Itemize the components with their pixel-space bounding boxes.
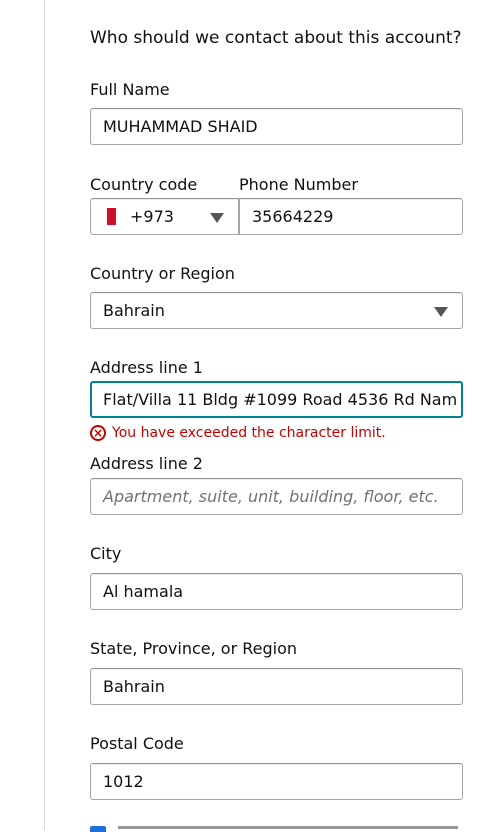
full-name-input[interactable]: MUHAMMAD SHAID (90, 108, 463, 145)
address-line2-placeholder: Apartment, suite, unit, building, floor,… (103, 487, 439, 506)
country-region-value: Bahrain (103, 301, 165, 320)
phone-number-value: 35664229 (252, 207, 334, 226)
state-label: State, Province, or Region (90, 639, 297, 658)
bahrain-flag-icon (103, 208, 116, 225)
phone-number-input[interactable]: 35664229 (239, 198, 463, 235)
checkbox-label-cut (118, 824, 458, 830)
city-value: Al hamala (103, 582, 184, 601)
full-name-value: MUHAMMAD SHAID (103, 117, 258, 136)
address-line1-value: Flat/Villa 11 Bldg #1099 Road 4536 Rd Na… (103, 390, 458, 409)
state-input[interactable]: Bahrain (90, 668, 463, 705)
postal-code-input[interactable]: 1012 (90, 763, 463, 800)
address-line1-error: × You have exceeded the character limit. (90, 425, 386, 441)
error-x-icon: × (90, 425, 106, 441)
country-code-label: Country code (90, 175, 198, 194)
city-label: City (90, 544, 122, 563)
phone-number-label: Phone Number (239, 175, 358, 194)
country-region-label: Country or Region (90, 264, 235, 283)
country-region-select[interactable]: Bahrain (90, 292, 463, 329)
chevron-down-icon (210, 212, 224, 223)
error-message: You have exceeded the character limit. (112, 425, 386, 441)
chevron-down-icon (434, 306, 448, 317)
address-line2-label: Address line 2 (90, 454, 203, 473)
address-line2-input[interactable]: Apartment, suite, unit, building, floor,… (90, 478, 463, 515)
address-line1-label: Address line 1 (90, 358, 203, 377)
postal-code-value: 1012 (103, 772, 144, 791)
default-address-checkbox[interactable] (90, 826, 106, 832)
country-code-value: +973 (130, 207, 174, 226)
address-line1-input[interactable]: Flat/Villa 11 Bldg #1099 Road 4536 Rd Na… (90, 381, 463, 418)
left-divider (44, 0, 45, 830)
state-value: Bahrain (103, 677, 165, 696)
postal-code-label: Postal Code (90, 734, 184, 753)
full-name-label: Full Name (90, 80, 170, 99)
country-code-select[interactable]: +973 (90, 198, 239, 235)
city-input[interactable]: Al hamala (90, 573, 463, 610)
form-heading: Who should we contact about this account… (90, 28, 462, 48)
